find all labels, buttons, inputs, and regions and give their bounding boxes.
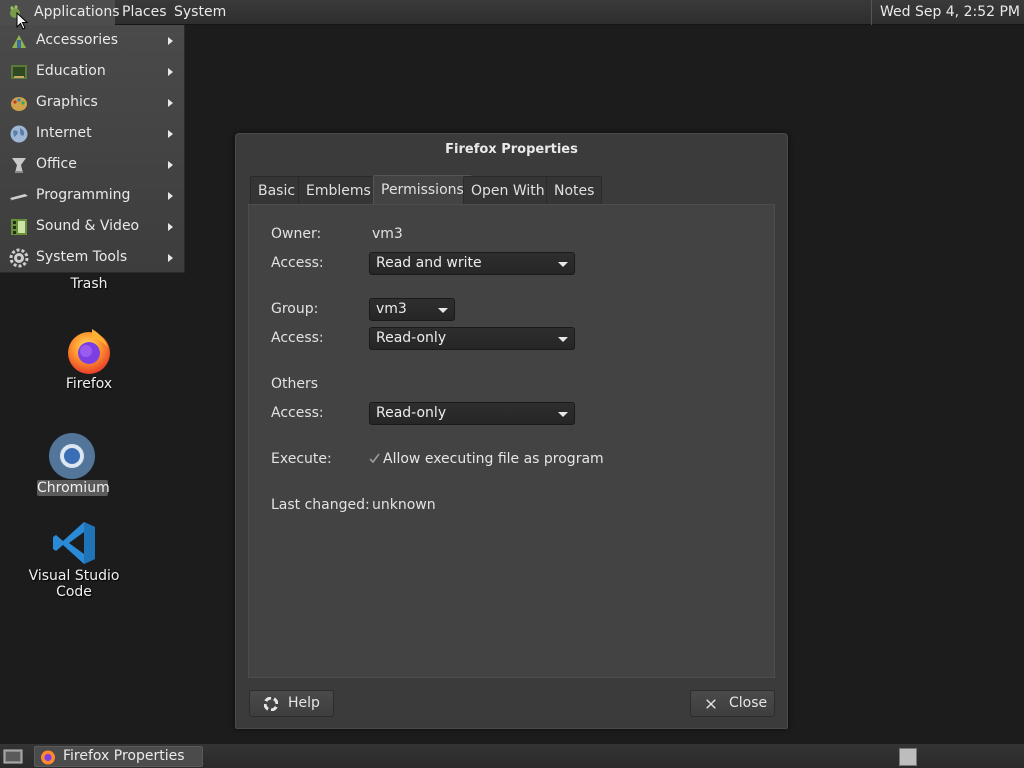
- execute-checkbox-label: Allow executing file as program: [383, 451, 604, 467]
- owner-access-label: Access:: [271, 255, 324, 271]
- owner-access-dropdown[interactable]: Read and write: [369, 252, 575, 275]
- submenu-arrow-icon: [168, 161, 173, 169]
- system-menu[interactable]: System: [168, 0, 232, 25]
- menu-item-internet[interactable]: Internet: [0, 118, 184, 149]
- chromium-icon: [49, 433, 95, 479]
- education-icon: [11, 65, 27, 79]
- tab-emblems[interactable]: Emblems: [298, 176, 379, 204]
- checkmark-icon: [369, 453, 380, 464]
- bottom-panel: Firefox Properties: [0, 743, 1024, 768]
- last-changed-value: unknown: [372, 497, 436, 513]
- menu-item-office[interactable]: Office: [0, 149, 184, 180]
- chevron-down-icon: [558, 262, 568, 267]
- execute-label: Execute:: [271, 451, 332, 467]
- menu-item-education[interactable]: Education: [0, 56, 184, 87]
- mouse-pointer-icon: [16, 12, 28, 30]
- menu-item-label: Programming: [36, 187, 131, 203]
- applications-dropdown: Accessories Education Graphics Internet …: [0, 25, 185, 273]
- accessories-icon: [12, 35, 26, 48]
- submenu-arrow-icon: [168, 223, 173, 231]
- graphics-icon: [11, 97, 27, 111]
- menu-item-programming[interactable]: Programming: [0, 180, 184, 211]
- applications-label: Applications: [34, 4, 120, 20]
- owner-value: vm3: [372, 226, 403, 242]
- firefox-icon: [41, 750, 55, 765]
- submenu-arrow-icon: [168, 99, 173, 107]
- group-dropdown[interactable]: vm3: [369, 298, 455, 321]
- tab-open-with[interactable]: Open With: [463, 176, 553, 204]
- vscode-icon: [53, 522, 95, 564]
- submenu-arrow-icon: [168, 192, 173, 200]
- office-icon: [12, 158, 26, 173]
- menu-item-label: System Tools: [36, 249, 128, 265]
- menu-item-label: Office: [36, 156, 77, 172]
- group-access-label: Access:: [271, 330, 324, 346]
- internet-icon: [10, 125, 28, 143]
- group-access-value: Read-only: [376, 330, 447, 346]
- menu-item-label: Education: [36, 63, 106, 79]
- menu-item-label: Accessories: [36, 32, 119, 48]
- places-menu[interactable]: Places: [116, 0, 173, 25]
- show-desktop-icon[interactable]: [3, 748, 23, 765]
- vscode-label[interactable]: Visual Studio Code: [14, 568, 134, 600]
- others-access-label: Access:: [271, 405, 324, 421]
- vscode-desktop-icon[interactable]: [51, 520, 97, 566]
- tab-permissions[interactable]: Permissions: [373, 175, 472, 205]
- others-access-dropdown[interactable]: Read-only: [369, 402, 575, 425]
- submenu-arrow-icon: [168, 68, 173, 76]
- owner-access-value: Read and write: [376, 255, 482, 271]
- sound-video-icon: [11, 219, 27, 235]
- close-icon: [706, 699, 716, 709]
- submenu-arrow-icon: [168, 254, 173, 262]
- menu-item-label: Internet: [36, 125, 92, 141]
- properties-dialog: Firefox Properties Basic Emblems Permiss…: [235, 133, 788, 729]
- owner-label: Owner:: [271, 226, 322, 242]
- chromium-desktop-icon[interactable]: [47, 431, 97, 481]
- chevron-down-icon: [438, 308, 448, 313]
- taskbar-item-label: Firefox Properties: [63, 748, 185, 764]
- group-value: vm3: [376, 301, 407, 317]
- close-button-label: Close: [729, 695, 768, 711]
- firefox-icon: [68, 329, 110, 374]
- group-label: Group:: [271, 301, 319, 317]
- menu-item-label: Graphics: [36, 94, 98, 110]
- chevron-down-icon: [558, 337, 568, 342]
- workspace-switcher[interactable]: [899, 748, 917, 766]
- clock[interactable]: Wed Sep 4, 2:52 PM: [870, 0, 1020, 25]
- gear-icon: [9, 248, 29, 268]
- menu-item-sound-video[interactable]: Sound & Video: [0, 211, 184, 242]
- dialog-title[interactable]: Firefox Properties: [236, 134, 787, 166]
- menu-item-system-tools[interactable]: System Tools: [0, 242, 184, 273]
- submenu-arrow-icon: [168, 130, 173, 138]
- firefox-desktop-icon[interactable]: [64, 326, 114, 376]
- tab-notes[interactable]: Notes: [546, 176, 603, 204]
- last-changed-label: Last changed:: [271, 497, 370, 513]
- group-access-dropdown[interactable]: Read-only: [369, 327, 575, 350]
- chevron-down-icon: [558, 412, 568, 417]
- others-label: Others: [271, 376, 319, 392]
- help-icon: [264, 697, 278, 711]
- top-panel: Applications Places System Wed Sep 4, 2:…: [0, 0, 1024, 25]
- submenu-arrow-icon: [168, 37, 173, 45]
- chromium-label[interactable]: Chromium: [37, 480, 110, 496]
- menu-item-graphics[interactable]: Graphics: [0, 87, 184, 118]
- programming-icon: [10, 194, 28, 201]
- permissions-panel: Owner: vm3 Access: Read and write Group:…: [248, 204, 775, 678]
- execute-checkbox[interactable]: Allow executing file as program: [369, 449, 604, 469]
- close-button[interactable]: Close: [690, 690, 775, 717]
- taskbar-item-firefox-properties[interactable]: Firefox Properties: [34, 746, 203, 767]
- trash-label[interactable]: Trash: [59, 276, 119, 292]
- menu-item-label: Sound & Video: [36, 218, 140, 234]
- help-button[interactable]: Help: [249, 690, 334, 717]
- help-button-label: Help: [288, 695, 320, 711]
- tab-basic[interactable]: Basic: [250, 176, 304, 204]
- others-access-value: Read-only: [376, 405, 447, 421]
- firefox-label[interactable]: Firefox: [59, 376, 119, 392]
